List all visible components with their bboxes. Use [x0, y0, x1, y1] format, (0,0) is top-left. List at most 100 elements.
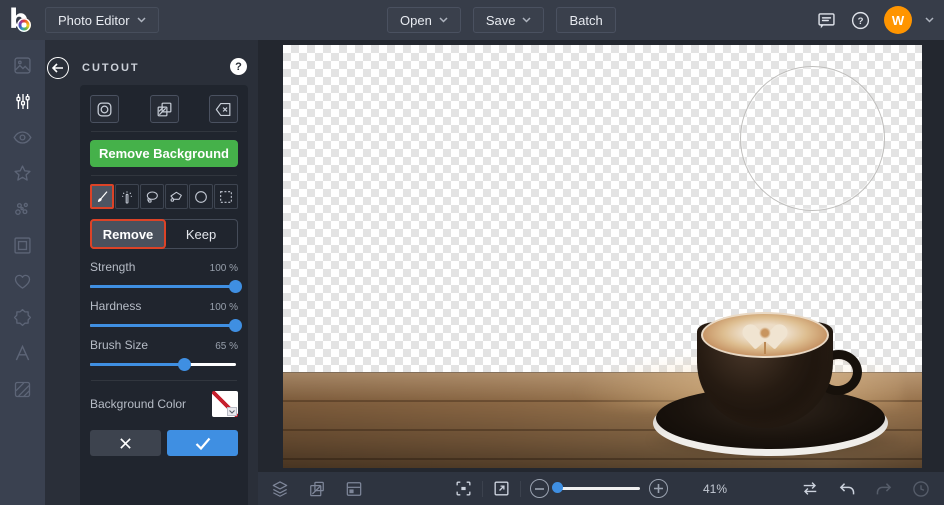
app-switcher-button[interactable]: Photo Editor [45, 7, 159, 33]
batch-button[interactable]: Batch [556, 7, 615, 33]
paintbrush-icon [94, 189, 110, 205]
chevron-down-icon [227, 407, 237, 416]
brush-size-slider[interactable] [90, 363, 236, 366]
cutout-actions [90, 430, 238, 456]
befunky-logo-icon[interactable]: b [9, 5, 33, 35]
plus-icon [654, 484, 663, 493]
latte-surface [701, 312, 829, 358]
touchup-circles-icon [12, 199, 33, 220]
back-button[interactable] [47, 57, 69, 79]
text-icon [12, 343, 33, 364]
chevron-down-icon [137, 17, 146, 23]
compare-icon[interactable] [800, 480, 820, 497]
hardness-label: Hardness [90, 299, 141, 313]
magic-wand-icon [119, 189, 135, 205]
rail-item-graphics[interactable] [9, 306, 37, 329]
zoom-percentage: 41% [703, 482, 727, 496]
star-icon [12, 163, 33, 184]
rail-item-touchup[interactable] [9, 198, 37, 221]
history-icon[interactable] [911, 479, 931, 499]
cutout-panel: CUTOUT ? Remove Background [45, 40, 258, 505]
slider-thumb[interactable] [178, 358, 191, 371]
polygon-lasso-icon [168, 189, 184, 205]
zoom-slider-thumb[interactable] [552, 482, 563, 493]
ellipse-select-tool[interactable] [189, 184, 213, 209]
badge-icon [12, 307, 33, 328]
hardness-value: 100 % [210, 302, 238, 313]
separator [482, 481, 483, 497]
mode-toggle: Remove Keep [90, 219, 238, 249]
cutout-card: Remove Background [80, 85, 248, 505]
divider [91, 131, 237, 132]
canvas[interactable] [283, 45, 922, 468]
rail-item-photo[interactable] [9, 54, 37, 77]
strength-value: 100 % [210, 263, 238, 274]
top-bar: b Photo Editor Open Save Batch ? [0, 0, 944, 40]
save-button[interactable]: Save [473, 7, 545, 33]
cancel-button[interactable] [90, 430, 161, 456]
rail-item-textures[interactable] [9, 378, 37, 401]
strength-slider-group: Strength 100 % [90, 260, 238, 288]
ellipse-icon [193, 189, 209, 205]
rail-item-frames[interactable] [9, 234, 37, 257]
erase-icon[interactable] [209, 95, 238, 123]
brush-size-slider-group: Brush Size 65 % [90, 338, 238, 366]
hardness-slider[interactable] [90, 324, 236, 327]
paintbrush-tool[interactable] [90, 184, 114, 209]
layers-icon[interactable] [270, 479, 290, 499]
zoom-out-button[interactable] [530, 479, 549, 498]
rail-item-text[interactable] [9, 342, 37, 365]
zoom-slider[interactable] [558, 487, 640, 490]
help-circle-icon[interactable]: ? [850, 10, 871, 31]
rectangle-marquee-icon [218, 189, 234, 205]
photo-editor-app: b Photo Editor Open Save Batch ? [0, 0, 944, 505]
rail-item-overlays[interactable] [9, 270, 37, 293]
lasso-tool[interactable] [140, 184, 164, 209]
chat-icon[interactable] [816, 10, 837, 31]
open-button[interactable]: Open [387, 7, 461, 33]
x-icon [119, 437, 132, 450]
background-color-label: Background Color [90, 397, 186, 411]
tool-rail [0, 40, 45, 505]
eye-icon [12, 127, 33, 148]
help-icon[interactable]: ? [230, 58, 247, 75]
lasso-icon [144, 189, 160, 205]
chevron-down-icon [522, 17, 531, 23]
undo-icon[interactable] [837, 480, 857, 498]
brush-cursor-circle[interactable] [740, 66, 885, 211]
brush-tool-row [90, 184, 238, 209]
rail-item-effects[interactable] [9, 126, 37, 149]
divider [91, 380, 237, 381]
rectangle-select-tool[interactable] [214, 184, 238, 209]
chevron-down-icon[interactable] [925, 17, 934, 23]
zoom-in-button[interactable] [649, 479, 668, 498]
strength-slider[interactable] [90, 285, 236, 288]
heart-icon [12, 271, 33, 292]
rail-item-artsy[interactable] [9, 162, 37, 185]
fit-screen-icon[interactable] [454, 479, 473, 498]
layout-icon[interactable] [344, 479, 364, 499]
confirm-button[interactable] [167, 430, 238, 456]
background-color-swatch[interactable] [212, 391, 238, 417]
fullscreen-icon[interactable] [492, 479, 511, 498]
remove-background-button[interactable]: Remove Background [90, 140, 238, 167]
back-arrow-icon [52, 63, 64, 73]
workspace: 41% [258, 40, 944, 505]
avatar[interactable]: W [884, 6, 912, 34]
replace-background-icon[interactable] [150, 95, 179, 123]
slider-thumb[interactable] [229, 319, 242, 332]
canvas-transform-icon[interactable] [307, 479, 327, 499]
cutout-top-tools [90, 95, 238, 123]
mode-keep-button[interactable]: Keep [165, 220, 237, 248]
slider-thumb[interactable] [229, 280, 242, 293]
rail-item-edit[interactable] [9, 90, 37, 113]
texture-icon [12, 379, 33, 400]
chevron-down-icon [439, 17, 448, 23]
mode-remove-button[interactable]: Remove [90, 219, 166, 249]
polygon-lasso-tool[interactable] [165, 184, 189, 209]
app-switcher-label: Photo Editor [58, 13, 130, 28]
redo-icon[interactable] [874, 480, 894, 498]
magic-wand-tool[interactable] [115, 184, 139, 209]
mask-icon[interactable] [90, 95, 119, 123]
hardness-slider-group: Hardness 100 % [90, 299, 238, 327]
